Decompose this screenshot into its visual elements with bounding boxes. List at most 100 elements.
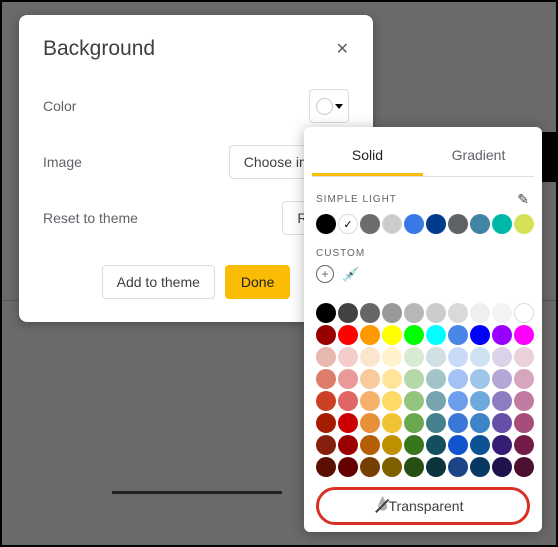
close-icon[interactable]: ✕ [336, 39, 349, 59]
grid-swatch-66[interactable] [448, 435, 468, 455]
grid-swatch-37[interactable] [470, 369, 490, 389]
grid-swatch-7[interactable] [470, 303, 490, 323]
grid-swatch-31[interactable] [338, 369, 358, 389]
grid-swatch-51[interactable] [338, 413, 358, 433]
color-dropdown[interactable] [309, 89, 349, 123]
theme-swatch-0[interactable] [316, 214, 336, 234]
grid-swatch-20[interactable] [316, 347, 336, 367]
grid-swatch-64[interactable] [404, 435, 424, 455]
grid-swatch-71[interactable] [338, 457, 358, 477]
grid-swatch-28[interactable] [492, 347, 512, 367]
theme-swatch-2[interactable] [360, 214, 380, 234]
grid-swatch-59[interactable] [514, 413, 534, 433]
grid-swatch-42[interactable] [360, 391, 380, 411]
grid-swatch-27[interactable] [470, 347, 490, 367]
grid-swatch-23[interactable] [382, 347, 402, 367]
grid-swatch-35[interactable] [426, 369, 446, 389]
grid-swatch-61[interactable] [338, 435, 358, 455]
grid-swatch-3[interactable] [382, 303, 402, 323]
grid-swatch-8[interactable] [492, 303, 512, 323]
grid-swatch-47[interactable] [470, 391, 490, 411]
grid-swatch-77[interactable] [470, 457, 490, 477]
grid-swatch-19[interactable] [514, 325, 534, 345]
theme-swatch-7[interactable] [470, 214, 490, 234]
edit-theme-colors-icon[interactable]: ✎ [517, 191, 530, 208]
grid-swatch-48[interactable] [492, 391, 512, 411]
grid-swatch-78[interactable] [492, 457, 512, 477]
grid-swatch-29[interactable] [514, 347, 534, 367]
grid-swatch-62[interactable] [360, 435, 380, 455]
grid-swatch-43[interactable] [382, 391, 402, 411]
eyedropper-icon[interactable]: 💉 [342, 266, 359, 283]
theme-swatch-5[interactable] [426, 214, 446, 234]
grid-swatch-79[interactable] [514, 457, 534, 477]
grid-swatch-4[interactable] [404, 303, 424, 323]
grid-swatch-73[interactable] [382, 457, 402, 477]
grid-swatch-40[interactable] [316, 391, 336, 411]
grid-swatch-45[interactable] [426, 391, 446, 411]
grid-swatch-6[interactable] [448, 303, 468, 323]
grid-swatch-14[interactable] [404, 325, 424, 345]
grid-swatch-32[interactable] [360, 369, 380, 389]
grid-swatch-41[interactable] [338, 391, 358, 411]
grid-swatch-5[interactable] [426, 303, 446, 323]
theme-swatch-9[interactable] [514, 214, 534, 234]
grid-swatch-13[interactable] [382, 325, 402, 345]
grid-swatch-0[interactable] [316, 303, 336, 323]
grid-swatch-60[interactable] [316, 435, 336, 455]
grid-swatch-67[interactable] [470, 435, 490, 455]
grid-swatch-38[interactable] [492, 369, 512, 389]
grid-swatch-50[interactable] [316, 413, 336, 433]
grid-swatch-65[interactable] [426, 435, 446, 455]
theme-swatch-8[interactable] [492, 214, 512, 234]
grid-swatch-68[interactable] [492, 435, 512, 455]
grid-swatch-56[interactable] [448, 413, 468, 433]
grid-swatch-22[interactable] [360, 347, 380, 367]
grid-swatch-16[interactable] [448, 325, 468, 345]
done-button[interactable]: Done [225, 265, 290, 299]
grid-swatch-12[interactable] [360, 325, 380, 345]
tab-solid[interactable]: Solid [312, 137, 423, 176]
add-custom-color-icon[interactable]: + [316, 265, 334, 283]
grid-swatch-36[interactable] [448, 369, 468, 389]
grid-swatch-30[interactable] [316, 369, 336, 389]
theme-swatch-6[interactable] [448, 214, 468, 234]
theme-swatch-3[interactable] [382, 214, 402, 234]
grid-swatch-15[interactable] [426, 325, 446, 345]
transparent-button[interactable]: Transparent [316, 487, 530, 525]
grid-swatch-55[interactable] [426, 413, 446, 433]
grid-swatch-49[interactable] [514, 391, 534, 411]
grid-swatch-11[interactable] [338, 325, 358, 345]
grid-swatch-25[interactable] [426, 347, 446, 367]
grid-swatch-17[interactable] [470, 325, 490, 345]
grid-swatch-39[interactable] [514, 369, 534, 389]
tab-gradient[interactable]: Gradient [423, 137, 534, 176]
grid-swatch-74[interactable] [404, 457, 424, 477]
grid-swatch-9[interactable] [514, 303, 534, 323]
grid-swatch-72[interactable] [360, 457, 380, 477]
theme-swatch-1[interactable]: ✓ [338, 214, 358, 234]
grid-swatch-70[interactable] [316, 457, 336, 477]
grid-swatch-63[interactable] [382, 435, 402, 455]
grid-swatch-57[interactable] [470, 413, 490, 433]
grid-swatch-1[interactable] [338, 303, 358, 323]
grid-swatch-18[interactable] [492, 325, 512, 345]
grid-swatch-24[interactable] [404, 347, 424, 367]
grid-swatch-10[interactable] [316, 325, 336, 345]
grid-swatch-33[interactable] [382, 369, 402, 389]
grid-swatch-53[interactable] [382, 413, 402, 433]
grid-swatch-76[interactable] [448, 457, 468, 477]
grid-swatch-75[interactable] [426, 457, 446, 477]
grid-swatch-44[interactable] [404, 391, 424, 411]
grid-swatch-2[interactable] [360, 303, 380, 323]
grid-swatch-34[interactable] [404, 369, 424, 389]
grid-swatch-21[interactable] [338, 347, 358, 367]
grid-swatch-54[interactable] [404, 413, 424, 433]
grid-swatch-58[interactable] [492, 413, 512, 433]
add-to-theme-button[interactable]: Add to theme [102, 265, 215, 299]
grid-swatch-69[interactable] [514, 435, 534, 455]
grid-swatch-52[interactable] [360, 413, 380, 433]
theme-swatch-4[interactable] [404, 214, 424, 234]
grid-swatch-26[interactable] [448, 347, 468, 367]
grid-swatch-46[interactable] [448, 391, 468, 411]
